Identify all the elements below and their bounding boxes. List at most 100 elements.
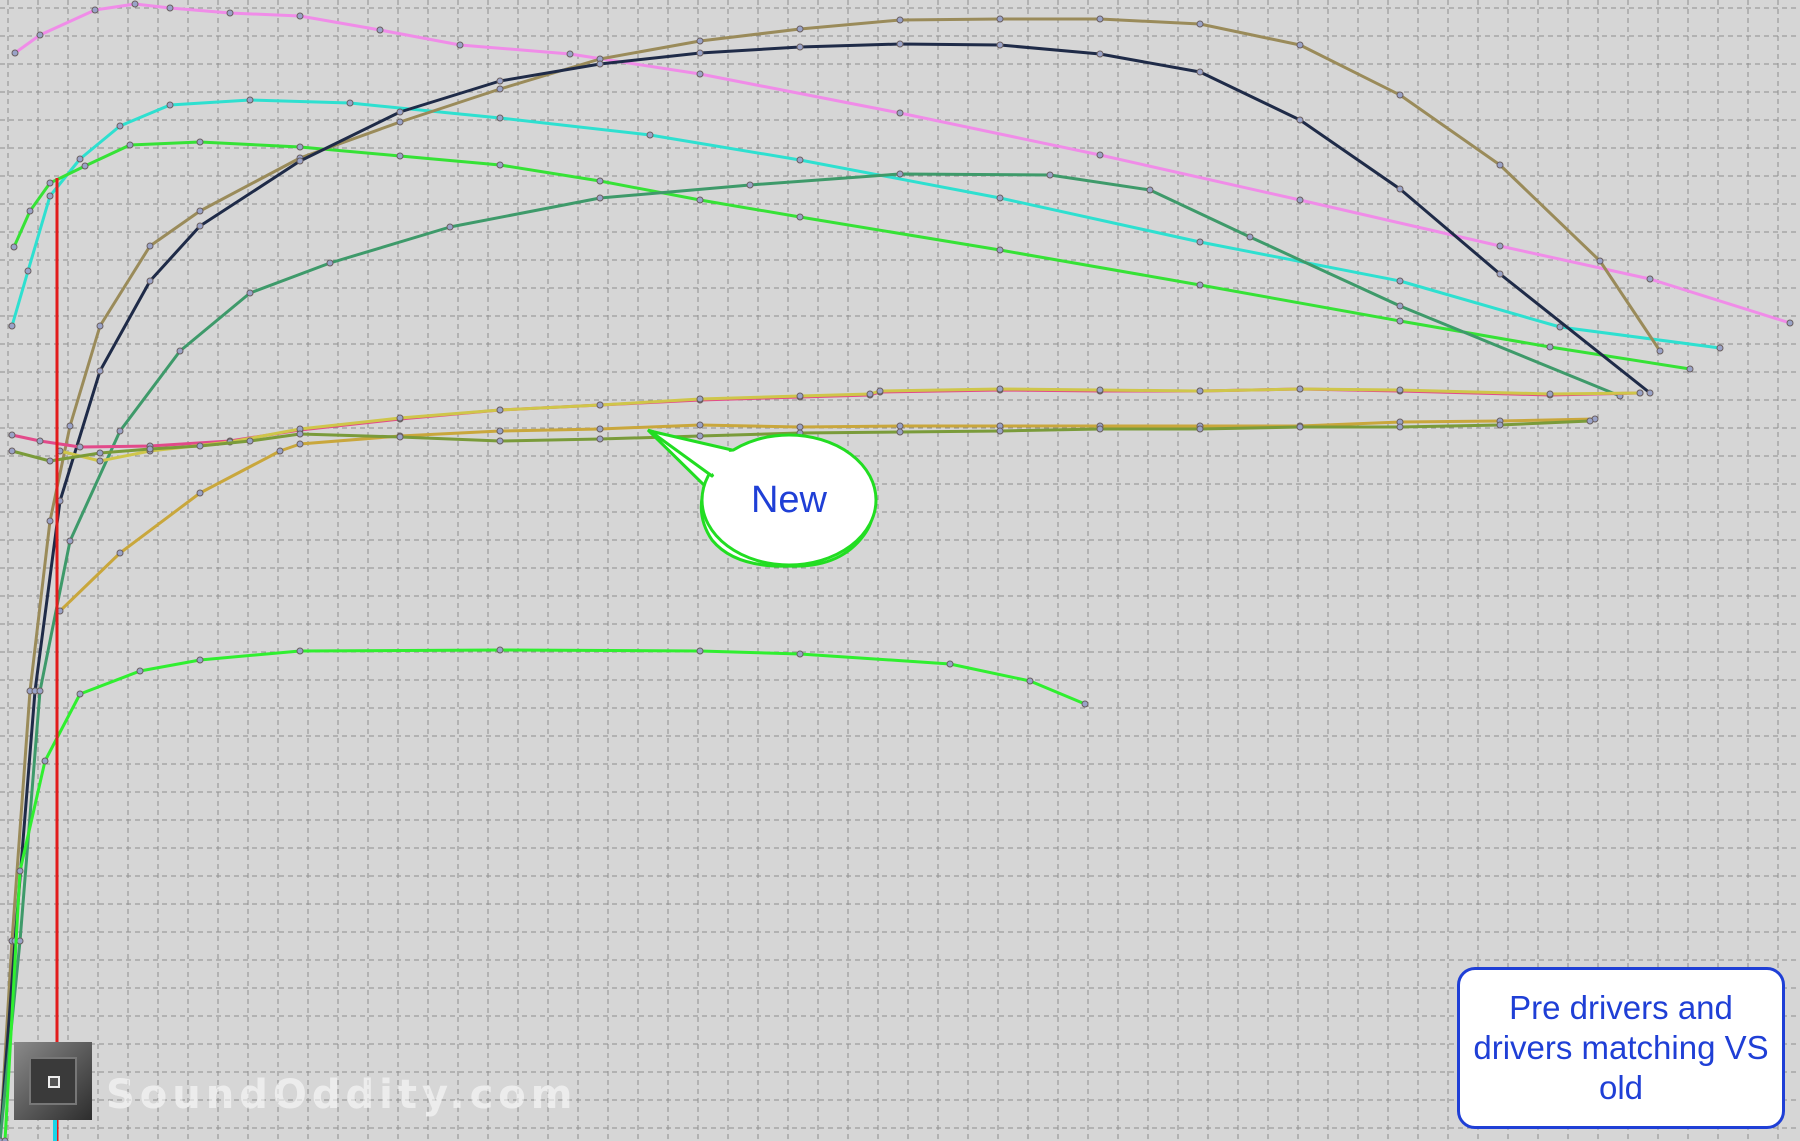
data-point	[996, 246, 1004, 254]
data-point	[496, 646, 504, 654]
data-point	[1196, 281, 1204, 289]
data-point	[796, 43, 804, 51]
data-point	[116, 122, 124, 130]
data-point	[1586, 417, 1594, 425]
data-point	[1096, 151, 1104, 159]
data-point	[896, 40, 904, 48]
data-point	[1546, 343, 1554, 351]
data-point	[396, 118, 404, 126]
data-point	[1786, 319, 1794, 327]
data-point	[1296, 196, 1304, 204]
data-point	[1196, 20, 1204, 28]
data-point	[696, 395, 704, 403]
data-point	[296, 647, 304, 655]
data-point	[1396, 317, 1404, 325]
data-point	[296, 440, 304, 448]
data-point	[196, 222, 204, 230]
data-point	[446, 223, 454, 231]
data-point	[796, 392, 804, 400]
data-point	[696, 421, 704, 429]
data-point	[66, 422, 74, 430]
data-point	[896, 428, 904, 436]
data-point	[796, 650, 804, 658]
data-point	[496, 114, 504, 122]
data-point	[1646, 389, 1654, 397]
data-point	[646, 131, 654, 139]
data-point	[376, 26, 384, 34]
data-point	[196, 207, 204, 215]
data-point	[1296, 423, 1304, 431]
data-point	[246, 437, 254, 445]
data-point	[116, 427, 124, 435]
data-point	[41, 757, 49, 765]
data-point	[146, 445, 154, 453]
data-point	[1096, 50, 1104, 58]
data-point	[396, 433, 404, 441]
data-point	[296, 143, 304, 151]
data-point	[896, 422, 904, 430]
data-point	[896, 170, 904, 178]
data-point	[456, 41, 464, 49]
note-box: Pre drivers and drivers matching VS old	[1457, 967, 1785, 1129]
data-point	[796, 423, 804, 431]
data-point	[8, 431, 16, 439]
data-point	[1636, 389, 1644, 397]
note-text: Pre drivers and drivers matching VS old	[1473, 989, 1769, 1106]
data-point	[1396, 91, 1404, 99]
data-point	[196, 489, 204, 497]
data-point	[91, 6, 99, 14]
data-point	[46, 517, 54, 525]
data-point	[796, 25, 804, 33]
data-point	[131, 0, 139, 8]
data-point	[1396, 302, 1404, 310]
data-point	[1196, 387, 1204, 395]
data-point	[746, 181, 754, 189]
data-point	[1196, 425, 1204, 433]
data-point	[1046, 171, 1054, 179]
data-point	[46, 192, 54, 200]
data-point	[1096, 15, 1104, 23]
data-point	[596, 177, 604, 185]
data-point	[16, 937, 24, 945]
data-point	[696, 647, 704, 655]
chart-stage: New Pre drivers and drivers matching VS …	[0, 0, 1800, 1141]
data-point	[196, 138, 204, 146]
data-point	[596, 425, 604, 433]
data-point	[24, 267, 32, 275]
data-point	[11, 49, 19, 57]
callout-label: New	[751, 479, 828, 521]
data-point	[566, 50, 574, 58]
data-point	[36, 437, 44, 445]
data-point	[226, 9, 234, 17]
data-point	[496, 406, 504, 414]
data-point	[81, 162, 89, 170]
data-point	[596, 60, 604, 68]
data-point	[496, 77, 504, 85]
data-point	[876, 387, 884, 395]
data-point	[76, 155, 84, 163]
data-point	[1686, 365, 1694, 373]
data-point	[946, 660, 954, 668]
data-point	[96, 457, 104, 465]
data-point	[996, 15, 1004, 23]
data-point	[276, 447, 284, 455]
data-point	[296, 430, 304, 438]
data-point	[1296, 116, 1304, 124]
data-point	[866, 390, 874, 398]
data-point	[1396, 386, 1404, 394]
data-point	[1496, 242, 1504, 250]
data-point	[496, 427, 504, 435]
data-point	[1296, 385, 1304, 393]
data-point	[1246, 233, 1254, 241]
data-point	[1096, 386, 1104, 394]
logo-dot	[48, 1076, 60, 1088]
data-point	[196, 656, 204, 664]
data-point	[146, 277, 154, 285]
data-point	[596, 435, 604, 443]
data-point	[326, 259, 334, 267]
logo-icon	[14, 1042, 92, 1120]
logo-inner	[29, 1057, 77, 1105]
data-point	[10, 243, 18, 251]
data-point	[996, 194, 1004, 202]
data-point	[896, 16, 904, 24]
